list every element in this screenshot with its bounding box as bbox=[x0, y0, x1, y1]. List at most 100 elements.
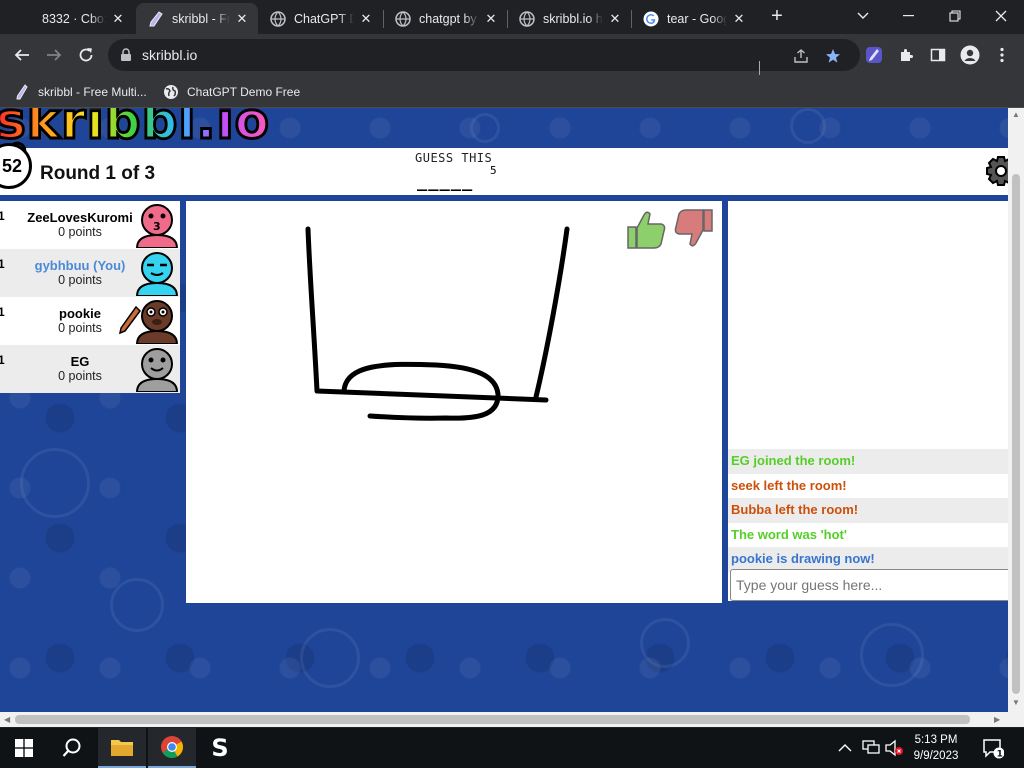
scroll-left-arrow-icon[interactable]: ◀ bbox=[4, 715, 10, 724]
extensions-puzzle-icon[interactable] bbox=[896, 45, 916, 65]
chat-message: seek left the room! bbox=[731, 477, 847, 493]
skribbl-extension-icon[interactable] bbox=[864, 45, 884, 65]
bookmark-label: ChatGPT Demo Free bbox=[187, 85, 301, 99]
settings-gear-icon[interactable] bbox=[984, 152, 1008, 190]
side-panel-icon[interactable] bbox=[928, 45, 948, 65]
vertical-scrollbar[interactable]: ▲ ▼ bbox=[1008, 108, 1024, 712]
tab-chatgpt-by[interactable]: chatgpt by ✕ bbox=[383, 3, 507, 34]
profile-avatar-icon[interactable] bbox=[960, 45, 980, 65]
restore-window-icon[interactable] bbox=[932, 0, 978, 32]
globe-icon bbox=[163, 84, 179, 100]
bookmark-label: skribbl - Free Multi... bbox=[38, 85, 147, 99]
chat-panel: EG joined the room! seek left the room! … bbox=[728, 201, 1008, 601]
close-window-icon[interactable] bbox=[978, 0, 1024, 32]
background-doodle bbox=[790, 108, 826, 144]
lock-icon[interactable] bbox=[120, 48, 132, 67]
player-avatar-icon: 3 bbox=[135, 204, 179, 248]
scroll-down-arrow-icon[interactable]: ▼ bbox=[1012, 698, 1020, 707]
tab-google-search[interactable]: tear - Google ✕ bbox=[631, 3, 755, 34]
skribbl-pencil-icon bbox=[14, 84, 30, 100]
background-doodle bbox=[300, 628, 360, 688]
volume-muted-icon[interactable] bbox=[884, 739, 904, 757]
word-hint: _____ bbox=[417, 172, 474, 192]
globe-icon bbox=[395, 10, 411, 27]
globe-icon bbox=[519, 10, 535, 27]
tab-title: skribbl.io h bbox=[543, 11, 603, 26]
tab-skribbl-help[interactable]: skribbl.io h ✕ bbox=[507, 3, 631, 34]
svg-text:1: 1 bbox=[997, 750, 1003, 760]
skribbl-logo: skribbl.io bbox=[0, 108, 271, 152]
chat-message: The word was 'hot' bbox=[731, 526, 847, 542]
chat-message: EG joined the room! bbox=[728, 449, 1008, 474]
chrome-taskbar-icon[interactable] bbox=[148, 728, 196, 768]
logo-text: skribbl.io bbox=[0, 108, 271, 152]
drawing-canvas[interactable] bbox=[186, 201, 722, 603]
show-hidden-icons-chevron-icon[interactable] bbox=[838, 740, 854, 756]
chat-message: pookie is drawing now! bbox=[728, 547, 1008, 572]
windows-start-icon[interactable] bbox=[0, 728, 48, 768]
search-icon[interactable] bbox=[48, 728, 96, 768]
bookmark-star-icon[interactable] bbox=[823, 46, 843, 66]
file-explorer-icon[interactable] bbox=[98, 728, 146, 768]
guess-input[interactable] bbox=[730, 569, 1008, 601]
scroll-up-arrow-icon[interactable]: ▲ bbox=[1012, 110, 1020, 119]
close-tab-icon[interactable]: ✕ bbox=[358, 11, 374, 27]
text-cursor-icon bbox=[759, 61, 765, 75]
bookmark-chatgpt-demo[interactable]: ChatGPT Demo Free bbox=[163, 82, 300, 102]
horizontal-scroll-thumb[interactable] bbox=[15, 715, 970, 724]
player-entry[interactable]: 1 gybhbuu (You) 0 points bbox=[0, 249, 180, 297]
close-tab-icon[interactable]: ✕ bbox=[234, 11, 250, 27]
background-doodle bbox=[860, 623, 924, 687]
windows-taskbar: S 5:13 PM 9/9/2023 1 bbox=[0, 728, 1024, 768]
url-text: skribbl.io bbox=[142, 47, 198, 63]
globe-icon bbox=[270, 10, 286, 27]
thumbs-up-icon[interactable] bbox=[624, 207, 668, 251]
action-center-notification-icon[interactable]: 1 bbox=[982, 737, 1006, 760]
close-tab-icon[interactable]: ✕ bbox=[483, 11, 499, 27]
player-drawing bbox=[305, 226, 570, 421]
players-list: 1 ZeeLovesKuromi 0 points 3 1 gybhbuu (Y… bbox=[0, 201, 180, 393]
reload-icon[interactable] bbox=[72, 41, 100, 69]
player-avatar-icon bbox=[135, 252, 179, 296]
share-icon[interactable] bbox=[791, 46, 811, 66]
horizontal-scrollbar[interactable]: ◀ ▶ bbox=[0, 712, 1024, 727]
back-arrow-icon[interactable] bbox=[8, 41, 36, 69]
thumbs-down-icon[interactable] bbox=[672, 207, 716, 251]
vertical-scroll-thumb[interactable] bbox=[1012, 174, 1020, 694]
background-doodle bbox=[110, 578, 164, 632]
network-icon[interactable] bbox=[862, 739, 880, 757]
google-g-icon bbox=[643, 11, 659, 27]
background-doodle bbox=[470, 113, 500, 143]
close-tab-icon[interactable]: ✕ bbox=[731, 11, 747, 27]
player-entry[interactable]: 1 pookie 0 points bbox=[0, 297, 180, 345]
browser-toolbar: skribbl.io bbox=[0, 34, 1024, 76]
player-entry[interactable]: 1 EG 0 points bbox=[0, 345, 180, 393]
close-tab-icon[interactable]: ✕ bbox=[110, 11, 126, 27]
player-entry[interactable]: 1 ZeeLovesKuromi 0 points 3 bbox=[0, 201, 180, 249]
chrome-menu-icon[interactable] bbox=[992, 45, 1012, 65]
tab-search-chevron-icon[interactable] bbox=[840, 0, 886, 32]
tab-skribbl[interactable]: skribbl - Free Multiplayer ✕ bbox=[136, 3, 258, 34]
drawing-pencil-icon bbox=[118, 305, 141, 335]
tab-chatgpt-demo[interactable]: ChatGPT Demo ✕ bbox=[258, 3, 382, 34]
close-tab-icon[interactable]: ✕ bbox=[607, 11, 623, 27]
tab-title: ChatGPT Demo bbox=[294, 11, 354, 26]
skype-s-icon[interactable]: S bbox=[196, 728, 244, 768]
skribbl-page: skribbl.io 52 Round 1 of 3 GUESS THIS __… bbox=[0, 108, 1008, 712]
tab-cbox[interactable]: 8332 · Cbox ✕ bbox=[30, 3, 134, 34]
player-avatar-icon bbox=[135, 348, 179, 392]
tab-title: tear - Google bbox=[667, 11, 727, 26]
bookmark-skribbl[interactable]: skribbl - Free Multi... bbox=[14, 82, 147, 102]
tab-title: chatgpt by bbox=[419, 11, 477, 26]
system-clock[interactable]: 5:13 PM 9/9/2023 bbox=[904, 732, 968, 764]
minimize-window-icon[interactable] bbox=[886, 0, 932, 32]
background-doodle bbox=[640, 618, 690, 668]
scroll-right-arrow-icon[interactable]: ▶ bbox=[994, 715, 1000, 724]
address-bar[interactable]: skribbl.io bbox=[108, 39, 860, 71]
clock-time: 5:13 PM bbox=[914, 734, 958, 746]
tab-title: skribbl - Free Multiplayer bbox=[172, 11, 230, 26]
new-tab-plus-icon[interactable]: + bbox=[765, 5, 789, 29]
timer-seconds: 52 bbox=[1, 155, 23, 176]
bookmarks-bar: skribbl - Free Multi... ChatGPT Demo Fre… bbox=[0, 76, 1024, 108]
background-doodle bbox=[20, 448, 90, 518]
